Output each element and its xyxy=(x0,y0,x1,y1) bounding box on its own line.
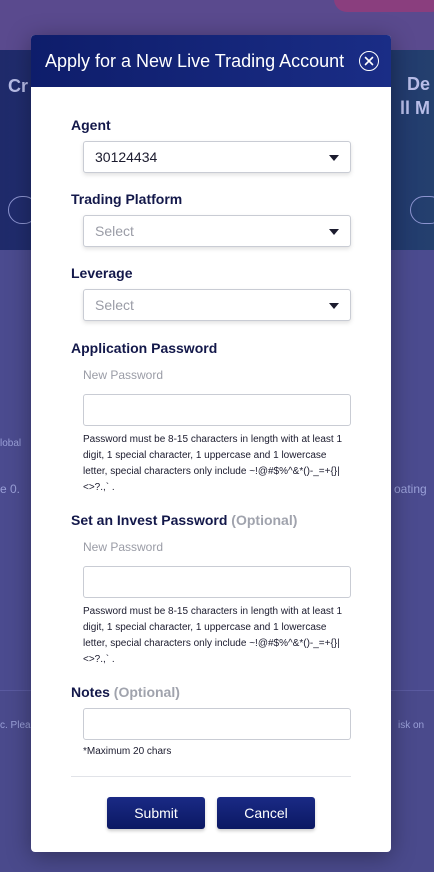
application-password-label: Application Password xyxy=(71,340,218,356)
agent-label: Agent xyxy=(71,117,111,133)
trading-platform-select-value: Select xyxy=(95,223,134,239)
invest-password-label: Set an Invest Password (Optional) xyxy=(71,512,351,528)
leverage-select-value: Select xyxy=(95,297,134,313)
background-banner-title-right-line1: De xyxy=(406,74,430,94)
invest-password-input[interactable] xyxy=(83,566,351,598)
application-password-hint: Password must be 8-15 characters in leng… xyxy=(83,434,343,493)
dialog-header: Apply for a New Live Trading Account xyxy=(31,35,391,87)
background-banner-title-right-line2: ll M xyxy=(400,98,430,118)
agent-select[interactable]: 30124434 xyxy=(83,141,351,173)
background-banner-title-left: Cr xyxy=(8,76,29,96)
agent-select-value: 30124434 xyxy=(95,149,158,165)
background-footer-text: isk on xyxy=(398,720,425,731)
dialog-actions: Submit Cancel xyxy=(71,797,351,829)
close-icon xyxy=(364,56,374,66)
notes-optional-tag: (Optional) xyxy=(113,684,180,700)
invest-password-optional-tag: (Optional) xyxy=(231,512,298,528)
application-password-sublabel: New Password xyxy=(83,368,164,382)
notes-label: Notes (Optional) xyxy=(71,684,351,700)
dialog-title: Apply for a New Live Trading Account xyxy=(45,50,345,71)
close-button[interactable] xyxy=(359,51,379,71)
background-text-fragment: e 0. xyxy=(0,482,21,496)
caret-down-icon xyxy=(329,229,339,235)
cancel-button[interactable]: Cancel xyxy=(217,797,315,829)
leverage-label: Leverage xyxy=(71,265,133,281)
caret-down-icon xyxy=(329,303,339,309)
leverage-select[interactable]: Select xyxy=(83,289,351,321)
background-footer-text: c. Plea xyxy=(0,720,31,731)
background-text-fragment: oating xyxy=(394,482,427,496)
notes-label-text: Notes xyxy=(71,684,110,700)
background-top-button xyxy=(334,0,434,12)
caret-down-icon xyxy=(329,155,339,161)
background-banner-button-right xyxy=(410,196,434,224)
apply-account-dialog: Apply for a New Live Trading Account Age… xyxy=(31,35,391,852)
invest-password-label-text: Set an Invest Password xyxy=(71,512,228,528)
submit-button[interactable]: Submit xyxy=(107,797,205,829)
application-password-input[interactable] xyxy=(83,394,351,426)
notes-hint: *Maximum 20 chars xyxy=(83,746,172,757)
invest-password-hint: Password must be 8-15 characters in leng… xyxy=(83,606,343,665)
invest-password-sublabel: New Password xyxy=(83,540,164,554)
background-text-fragment: lobal xyxy=(0,438,22,449)
trading-platform-label: Trading Platform xyxy=(71,191,183,207)
trading-platform-select[interactable]: Select xyxy=(83,215,351,247)
notes-input[interactable] xyxy=(83,708,351,740)
form-divider xyxy=(71,776,351,777)
application-form: Agent 30124434 Trading Platform Select L… xyxy=(31,87,391,829)
background-banner-title-right: De ll M xyxy=(400,72,430,120)
